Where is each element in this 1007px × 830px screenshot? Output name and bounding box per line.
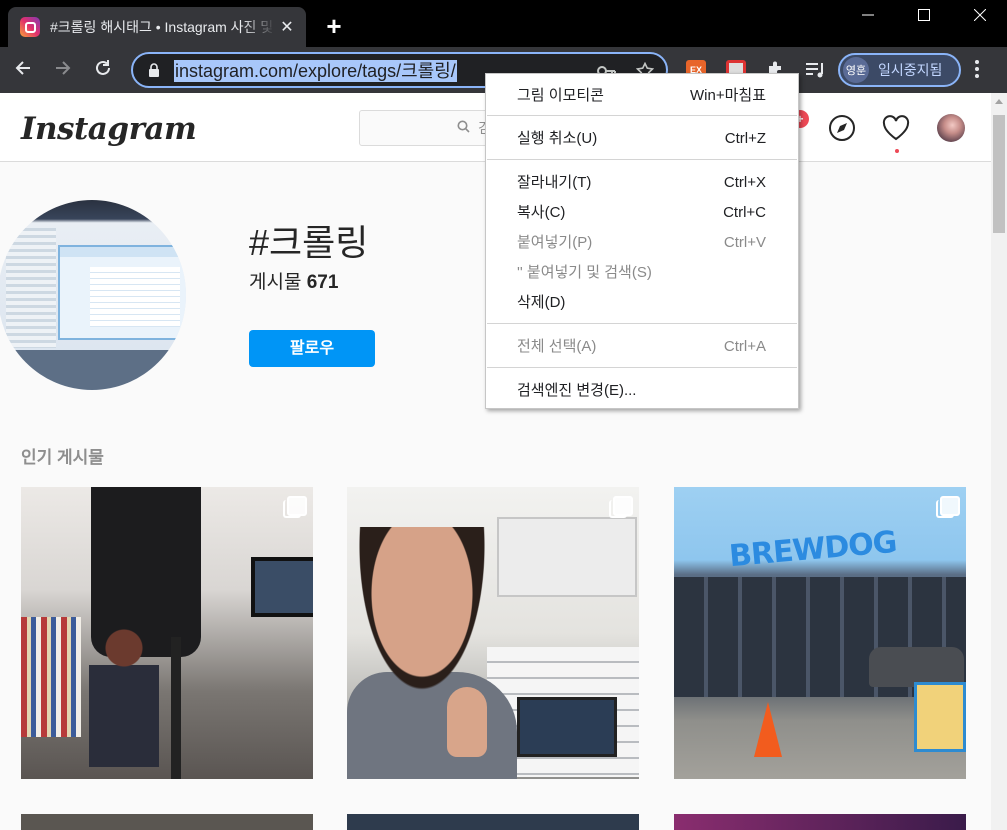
post-thumbnail-4[interactable] — [21, 814, 313, 830]
tab-close-icon[interactable]: ✕ — [278, 17, 296, 37]
activity-dot — [895, 149, 899, 153]
menu-item-copy[interactable]: 복사(C) Ctrl+C — [486, 199, 798, 227]
post-thumbnail-2[interactable] — [347, 487, 639, 779]
hashtag-title: #크롤링 — [249, 222, 369, 263]
menu-item-undo[interactable]: 실행 취소(U) Ctrl+Z — [486, 125, 798, 153]
heart-icon — [882, 115, 910, 141]
profile-button[interactable]: 영훈 일시중지됨 — [838, 53, 961, 87]
scroll-up-icon[interactable] — [995, 99, 1003, 104]
minimize-button[interactable] — [840, 0, 896, 30]
user-avatar[interactable] — [937, 114, 965, 142]
posts-label: 게시물 — [249, 272, 302, 293]
menu-separator — [487, 159, 797, 160]
menu-item-label: 삭제(D) — [517, 294, 566, 311]
brewdog-sign: BREWDOG — [727, 524, 898, 575]
window-close-button[interactable] — [952, 0, 1007, 30]
menu-item-cut[interactable]: 잘라내기(T) Ctrl+X — [486, 169, 798, 197]
menu-item-shortcut: Ctrl+Z — [724, 130, 766, 147]
search-icon — [457, 111, 470, 145]
menu-item-shortcut: Ctrl+C — [723, 204, 766, 221]
maximize-button[interactable] — [896, 0, 952, 30]
page-scrollbar[interactable] — [991, 93, 1007, 830]
reload-button[interactable] — [91, 58, 115, 82]
instagram-logo[interactable]: Instagram — [21, 111, 197, 147]
post-thumbnail-6[interactable] — [674, 814, 966, 830]
browser-tab[interactable]: #크롤링 해시태그 • Instagram 사진 및 동영상 ✕ — [8, 7, 306, 47]
menu-item-label: 검색엔진 변경(E)... — [517, 382, 637, 399]
menu-item-paste-and-search[interactable]: '' 붙여넣기 및 검색(S) — [486, 259, 798, 287]
profile-avatar: 영훈 — [843, 57, 869, 83]
menu-icon — [975, 60, 979, 78]
hashtag-image — [0, 200, 186, 390]
menu-item-label: 잘라내기(T) — [517, 174, 592, 191]
menu-item-select-all[interactable]: 전체 선택(A) Ctrl+A — [486, 333, 798, 361]
instagram-favicon-icon — [20, 17, 40, 37]
carousel-icon — [283, 496, 307, 518]
post-thumbnail-3[interactable]: BREWDOG — [674, 487, 966, 779]
new-tab-button[interactable]: + — [320, 11, 348, 41]
window-close-icon — [974, 9, 986, 21]
tab-title: #크롤링 해시태그 • Instagram 사진 및 동영상 — [50, 19, 276, 35]
tab-strip: #크롤링 해시태그 • Instagram 사진 및 동영상 ✕ + — [0, 0, 1007, 47]
media-control-icon[interactable] — [805, 60, 825, 80]
menu-item-label: 복사(C) — [517, 204, 566, 221]
menu-item-delete[interactable]: 삭제(D) — [486, 289, 798, 317]
menu-item-label: '' 붙여넣기 및 검색(S) — [517, 264, 652, 281]
activity-button[interactable] — [881, 113, 911, 143]
menu-item-shortcut: Ctrl+V — [723, 234, 766, 251]
posts-count: 671 — [306, 272, 339, 293]
carousel-icon — [609, 496, 633, 518]
menu-separator — [487, 367, 797, 368]
post-thumbnail-1[interactable] — [21, 487, 313, 779]
top-posts-heading: 인기 게시물 — [21, 448, 104, 467]
menu-item-emoji[interactable]: 그림 이모티콘 Win+마침표 — [486, 82, 798, 110]
scroll-thumb[interactable] — [993, 115, 1005, 233]
menu-item-label: 붙여넣기(P) — [517, 234, 593, 251]
context-menu: 그림 이모티콘 Win+마침표 실행 취소(U) Ctrl+Z 잘라내기(T) … — [485, 73, 799, 409]
menu-separator — [487, 323, 797, 324]
carousel-icon — [936, 496, 960, 518]
menu-item-label: 실행 취소(U) — [517, 130, 598, 147]
chrome-menu-button[interactable] — [974, 59, 980, 83]
menu-item-shortcut: Win+마침표 — [690, 87, 766, 104]
maximize-icon — [918, 9, 930, 21]
follow-button[interactable]: 팔로우 — [249, 330, 375, 367]
menu-item-shortcut: Ctrl+X — [723, 174, 766, 191]
post-thumbnail-5[interactable] — [347, 814, 639, 830]
reload-icon — [96, 60, 110, 75]
lock-icon[interactable] — [148, 63, 160, 77]
minimize-icon — [862, 14, 874, 16]
back-icon — [15, 61, 30, 75]
menu-item-shortcut: Ctrl+A — [723, 338, 766, 355]
back-button[interactable] — [11, 58, 35, 82]
forward-icon — [56, 61, 71, 75]
forward-button[interactable] — [51, 58, 75, 82]
menu-item-label: 전체 선택(A) — [517, 338, 597, 355]
explore-button[interactable] — [827, 113, 857, 143]
post-count: 게시물 671 — [249, 267, 338, 294]
menu-item-paste[interactable]: 붙여넣기(P) Ctrl+V — [486, 229, 798, 257]
menu-separator — [487, 115, 797, 116]
menu-item-label: 그림 이모티콘 — [517, 87, 604, 104]
profile-status-label: 일시중지됨 — [878, 62, 943, 78]
menu-item-change-search-engine[interactable]: 검색엔진 변경(E)... — [486, 377, 798, 405]
compass-icon — [829, 115, 855, 141]
url-text[interactable]: instagram.com/explore/tags/크롤링/ — [174, 60, 457, 82]
